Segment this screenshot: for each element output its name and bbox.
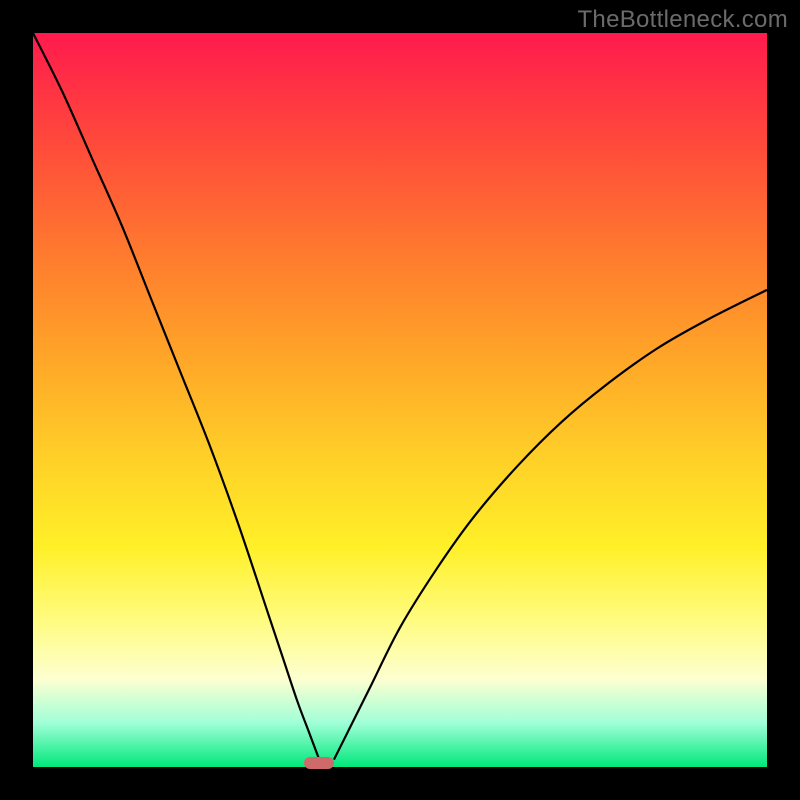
curve-left-branch [33,33,319,760]
minimum-marker [304,757,334,769]
bottleneck-curve [33,33,767,767]
plot-area [33,33,767,767]
curve-right-branch [334,290,767,760]
chart-frame: TheBottleneck.com [0,0,800,800]
watermark-text: TheBottleneck.com [577,6,788,34]
